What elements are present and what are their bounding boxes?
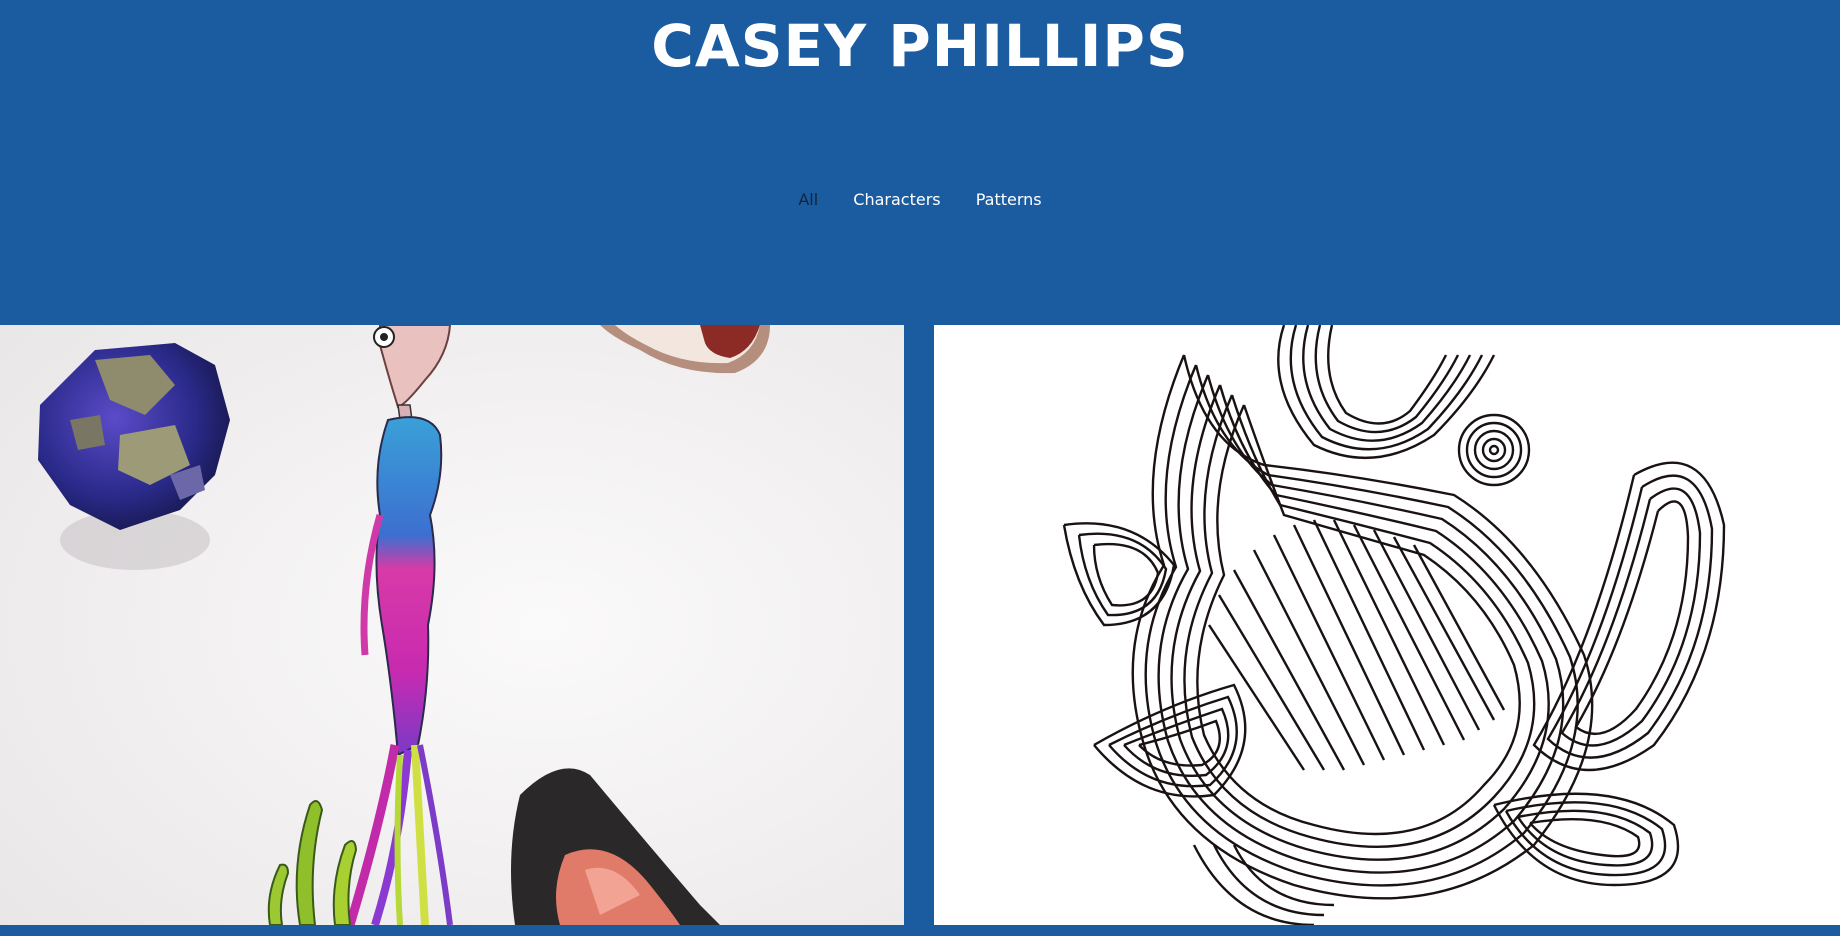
filter-characters[interactable]: Characters bbox=[853, 190, 940, 209]
character-drawing-artwork bbox=[0, 325, 904, 925]
portfolio-page: CASEY PHILLIPS All Characters Patterns bbox=[0, 0, 1840, 936]
gallery-item-character-artwork[interactable] bbox=[0, 325, 904, 925]
filter-all[interactable]: All bbox=[798, 190, 818, 209]
filter-patterns[interactable]: Patterns bbox=[976, 190, 1042, 209]
page-bottom-band bbox=[0, 925, 1840, 936]
site-title[interactable]: CASEY PHILLIPS bbox=[0, 8, 1840, 84]
gallery-filter-nav: All Characters Patterns bbox=[0, 190, 1840, 209]
line-pattern-artwork bbox=[934, 325, 1840, 925]
gallery-item-pattern-artwork[interactable] bbox=[934, 325, 1840, 925]
